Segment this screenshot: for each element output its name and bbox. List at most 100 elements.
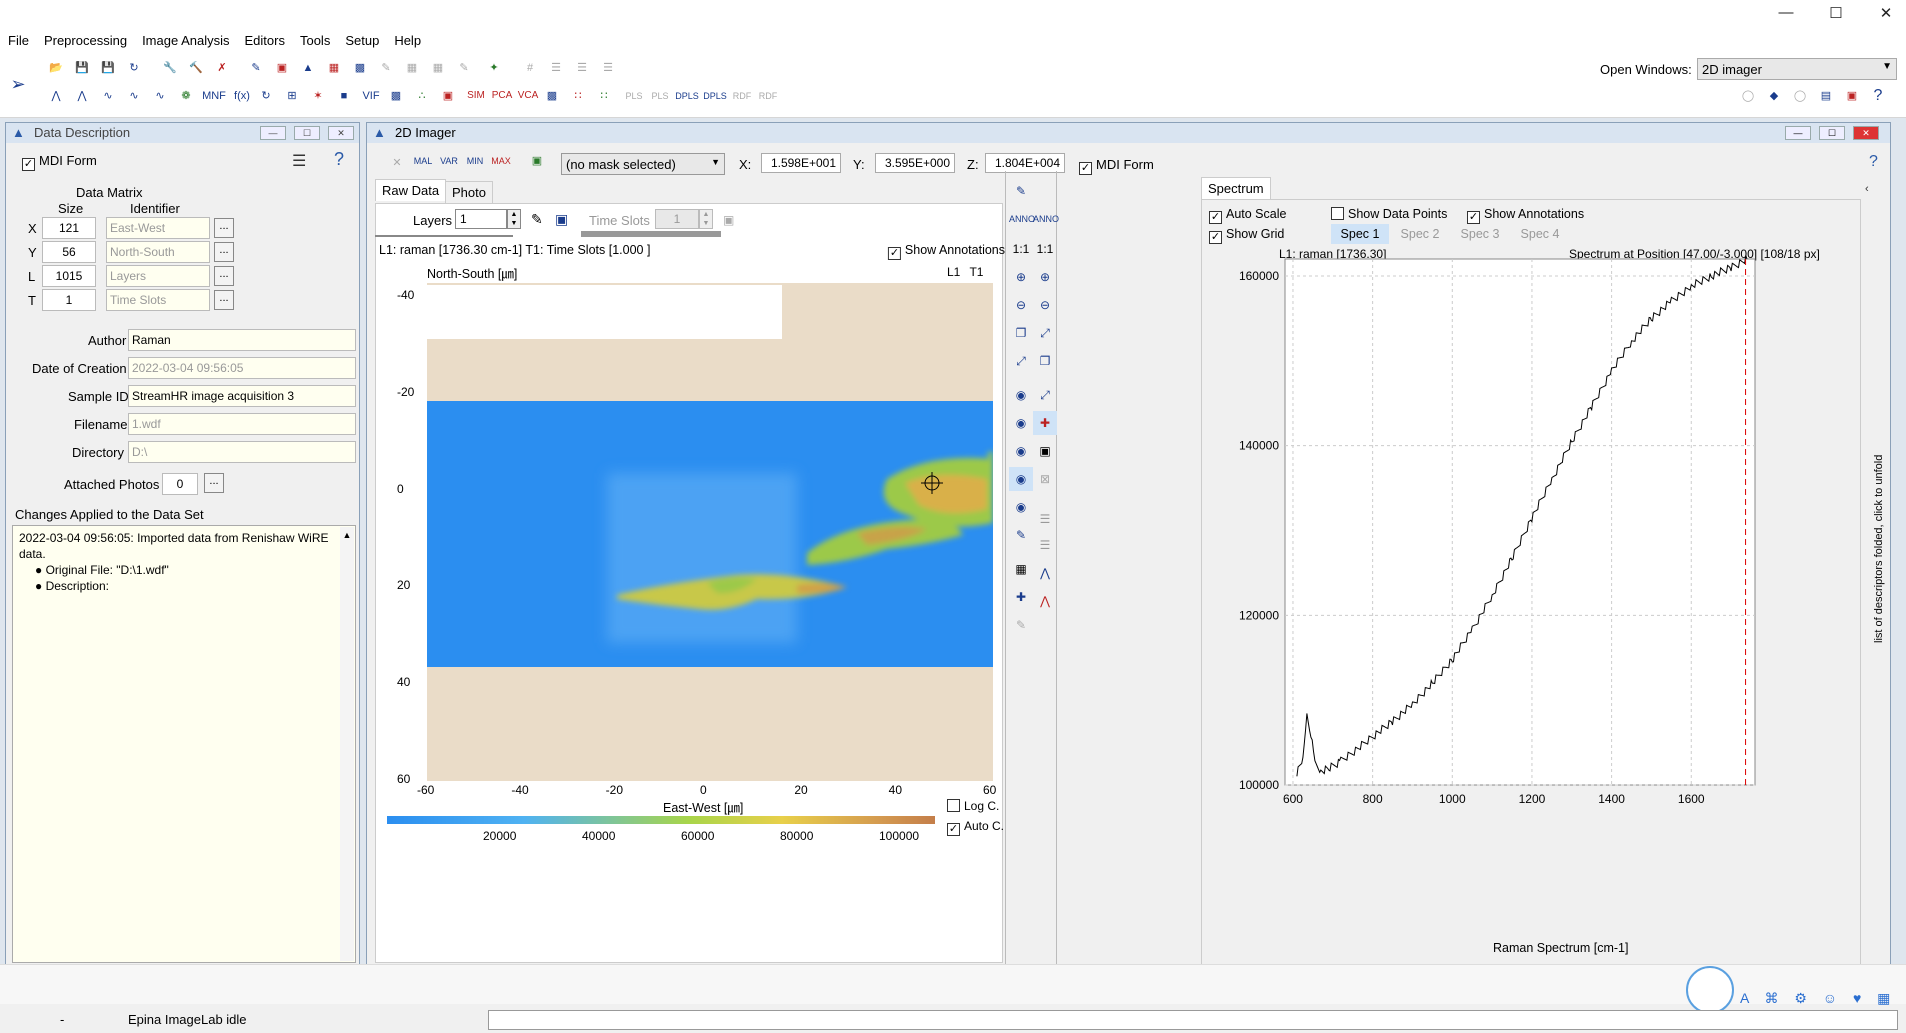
- spec2-tab[interactable]: Spec 2: [1391, 224, 1449, 244]
- copy-spec-icon[interactable]: ❐: [1033, 349, 1057, 373]
- size-y-field[interactable]: 56: [42, 241, 96, 263]
- edit-mask-icon[interactable]: ✎: [1009, 179, 1033, 203]
- spectrum-chart[interactable]: 600 800 1000 1200 1400 1600 100000 120000 140000…: [1203, 253, 1863, 913]
- close-icon[interactable]: ✕: [1866, 4, 1906, 26]
- brush-icon[interactable]: ✎: [1009, 523, 1033, 547]
- anno-spec-icon[interactable]: ANNO: [1033, 207, 1059, 231]
- dots2-icon[interactable]: ∷: [594, 86, 614, 106]
- zoom-in-icon[interactable]: ⊕: [1009, 265, 1033, 289]
- pin-icon[interactable]: ➢: [8, 74, 28, 94]
- globe4-icon[interactable]: ◉: [1009, 467, 1033, 491]
- heatmap-image[interactable]: [427, 283, 993, 781]
- pls2-icon[interactable]: PLS: [648, 86, 672, 106]
- auto-scale-checkbox[interactable]: ✓ Auto Scale: [1209, 207, 1286, 224]
- globe2-icon[interactable]: ◉: [1009, 411, 1033, 435]
- sample-field[interactable]: StreamHR image acquisition 3: [128, 385, 356, 407]
- size-x-field[interactable]: 121: [42, 217, 96, 239]
- scrollbar[interactable]: ▲: [340, 527, 354, 961]
- image-icon[interactable]: ▣: [1842, 86, 1862, 106]
- stack-icon[interactable]: ☰: [1033, 507, 1057, 531]
- menu-preprocessing[interactable]: Preprocessing: [36, 30, 134, 48]
- copy-icon[interactable]: ❐: [1009, 321, 1033, 345]
- mal-icon[interactable]: MAL: [413, 151, 433, 171]
- imager-mdi-form-checkbox[interactable]: ✓ MDI Form: [1079, 157, 1154, 175]
- save-icon[interactable]: 💾: [72, 58, 92, 78]
- size-t-field[interactable]: 1: [42, 289, 96, 311]
- identifier-t-button[interactable]: ...: [214, 290, 234, 310]
- cycle-icon[interactable]: ↻: [256, 86, 276, 106]
- dpls-icon[interactable]: DPLS: [674, 86, 700, 106]
- hash-icon[interactable]: #: [520, 58, 540, 78]
- cluster-bars-icon[interactable]: ▩: [542, 86, 562, 106]
- menu-file[interactable]: File: [0, 30, 36, 48]
- no-zoom-icon[interactable]: ⊠: [1033, 467, 1057, 491]
- minimize-icon[interactable]: —: [1785, 126, 1811, 140]
- chart-icon[interactable]: ▩: [386, 86, 406, 106]
- grid-edit-icon[interactable]: ▦: [324, 58, 344, 78]
- zoom-out-spec-icon[interactable]: ⊖: [1033, 293, 1057, 317]
- help-icon[interactable]: ?: [1868, 86, 1888, 106]
- layers3-icon[interactable]: ☰: [598, 58, 618, 78]
- globe-icon[interactable]: ◉: [1009, 383, 1033, 407]
- spec1-tab[interactable]: Spec 1: [1331, 224, 1389, 244]
- spike-icon[interactable]: ✶: [308, 86, 328, 106]
- tree-icon[interactable]: ▲: [298, 58, 318, 78]
- note-icon[interactable]: ✎: [454, 58, 474, 78]
- mask-select[interactable]: (no mask selected) ▼: [561, 153, 725, 175]
- table2-icon[interactable]: ▦: [428, 58, 448, 78]
- dark-box-icon[interactable]: ■: [334, 86, 354, 106]
- tray-icons[interactable]: A ⌘ ⚙ ☺ ♥ ▦: [1740, 990, 1896, 1007]
- globe5-icon[interactable]: ◉: [1009, 495, 1033, 519]
- save-as-icon[interactable]: 💾: [98, 58, 118, 78]
- menu-tools[interactable]: Tools: [292, 30, 337, 48]
- wave-icon[interactable]: ∿: [98, 86, 118, 106]
- author-field[interactable]: Raman: [128, 329, 356, 351]
- spectrum-show-annotations-checkbox[interactable]: ✓ Show Annotations: [1467, 207, 1584, 224]
- timeslots-export-icon[interactable]: ▣: [723, 213, 734, 227]
- show-data-points-checkbox[interactable]: Show Data Points: [1331, 207, 1447, 221]
- rdf2-icon[interactable]: RDF: [756, 86, 780, 106]
- assistant-icon[interactable]: [1686, 966, 1734, 1014]
- wrench-icon[interactable]: 🔧: [160, 58, 180, 78]
- menu-setup[interactable]: Setup: [337, 30, 386, 48]
- cross-icon[interactable]: ⊞: [282, 86, 302, 106]
- peak-mark-icon[interactable]: ⋀: [1033, 589, 1057, 613]
- histogram-icon[interactable]: ▩: [350, 58, 370, 78]
- peak-icon[interactable]: ⋀: [72, 86, 92, 106]
- ratio-image-button[interactable]: 1:1: [1009, 237, 1033, 261]
- help-icon[interactable]: ?: [1869, 153, 1878, 171]
- table-icon[interactable]: ▦: [402, 58, 422, 78]
- tag-icon[interactable]: ◆: [1764, 86, 1784, 106]
- wave3-icon[interactable]: ∿: [150, 86, 170, 106]
- maximize-icon[interactable]: ☐: [1816, 4, 1856, 26]
- menu-image-analysis[interactable]: Image Analysis: [134, 30, 236, 48]
- anno-icon[interactable]: ANNO: [1009, 207, 1035, 231]
- mnf-icon[interactable]: MNF: [200, 86, 228, 106]
- open-icon[interactable]: 📂: [46, 58, 66, 78]
- camera-icon[interactable]: ▣: [1033, 439, 1057, 463]
- show-annotations-checkbox[interactable]: ✓ Show Annotations: [887, 243, 1005, 260]
- layers-icon[interactable]: ☰: [546, 58, 566, 78]
- calendar-icon[interactable]: ▣: [272, 58, 292, 78]
- minimize-icon[interactable]: —: [1766, 4, 1806, 26]
- grid-icon[interactable]: ▦: [1009, 557, 1033, 581]
- identifier-x-button[interactable]: ...: [214, 218, 234, 238]
- expand-icon[interactable]: ⤢: [1009, 349, 1033, 373]
- unfold-arrow-icon[interactable]: ‹: [1865, 183, 1869, 195]
- dots-icon[interactable]: ∷: [568, 86, 588, 106]
- open-windows-select[interactable]: 2D imager ▼: [1697, 58, 1897, 80]
- tab-photo[interactable]: Photo: [445, 181, 493, 203]
- layers2-icon[interactable]: ☰: [572, 58, 592, 78]
- tree-view-icon[interactable]: ☰: [292, 151, 306, 171]
- book-icon[interactable]: ▤: [1816, 86, 1836, 106]
- pen-icon[interactable]: ✎: [246, 58, 266, 78]
- probe-icon[interactable]: ✎: [1009, 613, 1033, 637]
- identifier-y-field[interactable]: North-South: [106, 241, 210, 263]
- restore-icon[interactable]: ☐: [1819, 126, 1845, 140]
- restore-icon[interactable]: ☐: [294, 126, 320, 140]
- layers-slider[interactable]: [375, 231, 513, 237]
- vif-icon[interactable]: VIF: [360, 86, 382, 106]
- resize-icon[interactable]: ⤢: [1033, 383, 1057, 407]
- layers-spinner[interactable]: 1: [455, 209, 507, 229]
- timeslots-slider[interactable]: [581, 231, 721, 237]
